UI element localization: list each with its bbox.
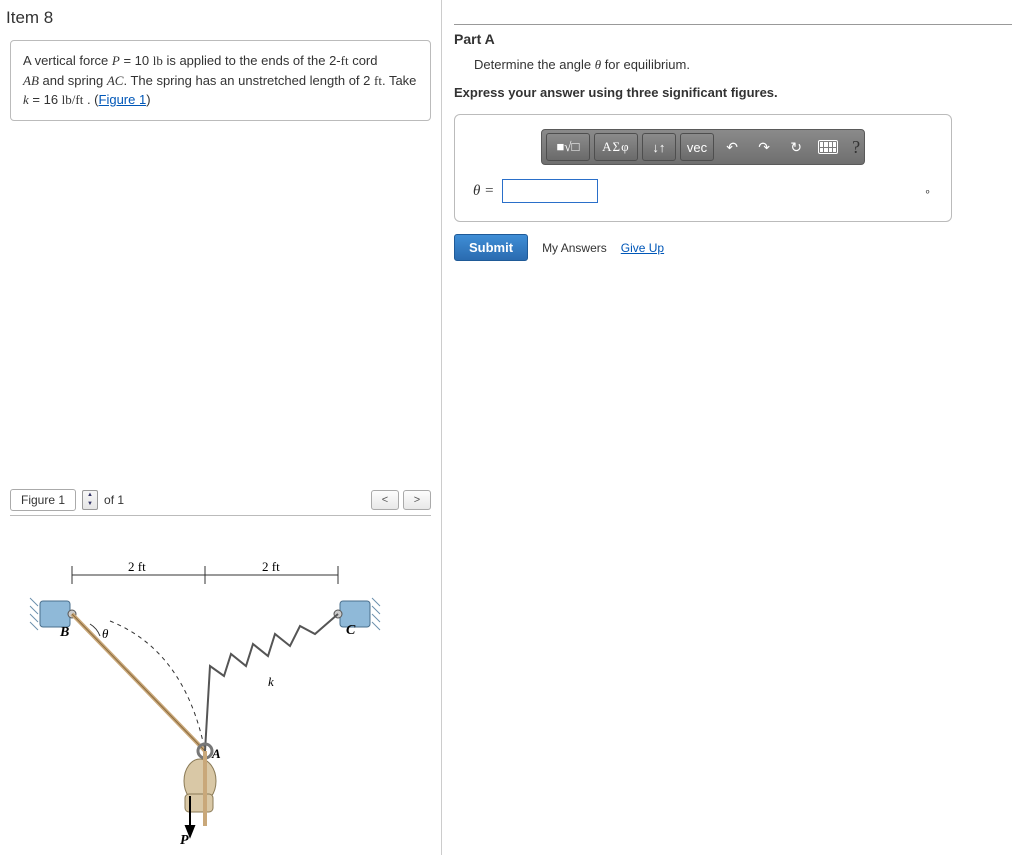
part-a-express: Express your answer using three signific… xyxy=(454,85,1012,100)
figure-next-button[interactable]: > xyxy=(403,490,431,510)
help-button[interactable]: ? xyxy=(852,137,860,158)
vec-icon: vec xyxy=(687,140,707,155)
redo-icon: ↷ xyxy=(758,139,770,156)
figure-count: of 1 xyxy=(104,493,124,507)
text: cord xyxy=(349,53,378,68)
left-panel: Item 8 A vertical force P = 10 lb is app… xyxy=(0,0,442,855)
unit-ft: ft xyxy=(341,53,349,68)
greek-button[interactable]: ΑΣφ xyxy=(594,133,638,161)
figure-stepper[interactable]: ▲▼ xyxy=(82,490,98,510)
label-A: A xyxy=(211,746,221,761)
label-theta: θ xyxy=(102,626,109,641)
text: A vertical force xyxy=(23,53,112,68)
label-B: B xyxy=(59,625,69,640)
text: = 16 xyxy=(29,92,62,107)
template-icon: ■√□ xyxy=(556,139,579,155)
answer-input[interactable] xyxy=(502,179,598,203)
unit-ft2: ft xyxy=(374,73,382,88)
label-P: P xyxy=(180,833,189,846)
dim-left: 2 ft xyxy=(128,559,146,574)
undo-button[interactable]: ↶ xyxy=(718,133,746,161)
text: . The spring has an unstretched length o… xyxy=(123,73,374,88)
problem-statement: A vertical force P = 10 lb is applied to… xyxy=(10,40,431,121)
template-button[interactable]: ■√□ xyxy=(546,133,590,161)
subsup-icon: ↓↑ xyxy=(652,140,665,155)
dim-right: 2 ft xyxy=(262,559,280,574)
unit-degree: ∘ xyxy=(924,185,933,198)
right-panel: Part A Determine the angle θ for equilib… xyxy=(442,0,1024,855)
redo-button[interactable]: ↷ xyxy=(750,133,778,161)
my-answers-label: My Answers xyxy=(542,241,607,255)
var-AC: AC xyxy=(107,73,124,88)
label-C: C xyxy=(346,623,356,638)
submit-button[interactable]: Submit xyxy=(454,234,528,261)
figure-tab[interactable]: Figure 1 xyxy=(10,489,76,511)
answer-line: θ = ∘ xyxy=(473,179,933,203)
reset-icon: ↻ xyxy=(790,139,802,156)
figure-header: Figure 1 ▲▼ of 1 < > xyxy=(10,489,431,511)
keyboard-icon xyxy=(818,140,838,154)
label-k: k xyxy=(268,674,274,689)
var-P: P xyxy=(112,53,120,68)
part-a-title: Part A xyxy=(454,31,1012,47)
item-title: Item 8 xyxy=(0,8,441,36)
text: . ( xyxy=(83,92,98,107)
text: and spring xyxy=(39,73,107,88)
theta-equals: θ = xyxy=(473,183,494,200)
figure-link[interactable]: Figure 1 xyxy=(99,92,147,107)
divider xyxy=(454,24,1012,25)
give-up-link[interactable]: Give Up xyxy=(621,241,664,255)
submit-row: Submit My Answers Give Up xyxy=(454,234,1012,261)
part-a-instruction: Determine the angle θ for equilibrium. xyxy=(474,57,1012,73)
figure-prev-button[interactable]: < xyxy=(371,490,399,510)
keyboard-button[interactable] xyxy=(814,133,842,161)
text: ) xyxy=(146,92,150,107)
text: . Take xyxy=(382,73,416,88)
text: is applied to the ends of the 2- xyxy=(163,53,341,68)
unit-lbft: lb/ft xyxy=(62,92,84,107)
text: = 10 xyxy=(120,53,153,68)
figure-diagram: 2 ft 2 ft xyxy=(10,515,431,855)
math-toolbar: ■√□ ΑΣφ ↓↑ vec ↶ ↷ ↻ ? xyxy=(541,129,865,165)
sigma-icon: ΑΣφ xyxy=(602,139,629,155)
text: Determine the angle xyxy=(474,57,595,72)
text: for equilibrium. xyxy=(601,57,690,72)
reset-button[interactable]: ↻ xyxy=(782,133,810,161)
undo-icon: ↶ xyxy=(726,139,738,156)
var-AB: AB xyxy=(23,73,39,88)
answer-box: ■√□ ΑΣφ ↓↑ vec ↶ ↷ ↻ ? xyxy=(454,114,952,222)
vec-button[interactable]: vec xyxy=(680,133,714,161)
subsup-button[interactable]: ↓↑ xyxy=(642,133,676,161)
unit-lb: lb xyxy=(153,53,163,68)
